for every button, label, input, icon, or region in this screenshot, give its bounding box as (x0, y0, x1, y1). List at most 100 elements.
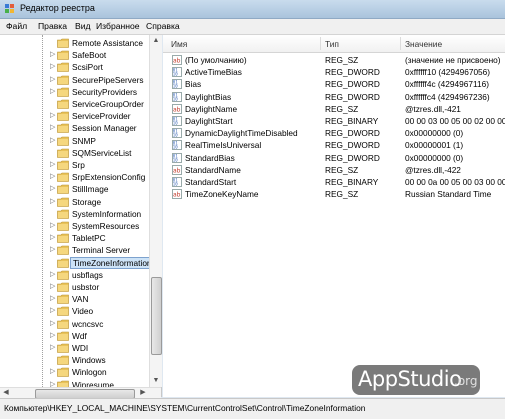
column-value-header[interactable]: Значение (405, 39, 442, 49)
value-row[interactable]: 01 10 StandardStart REG_BINARY 00 00 0a 00 0… (163, 176, 505, 188)
tree-vertical-scrollbar[interactable]: ▲ ▼ (149, 35, 162, 387)
column-type-header[interactable]: Тип (325, 39, 339, 49)
expand-arrow-icon[interactable]: ▷ (50, 320, 56, 328)
tree-vertical-scroll-thumb[interactable] (151, 277, 162, 355)
value-row[interactable]: ab DaylightName REG_SZ @tzres.dll,-421 (163, 103, 505, 115)
folder-icon (57, 343, 69, 353)
expand-arrow-icon[interactable]: ▷ (50, 332, 56, 340)
scroll-left-icon[interactable]: ◀ (2, 389, 10, 397)
status-bar: Компьютер\HKEY_LOCAL_MACHINE\SYSTEM\Curr… (0, 398, 505, 419)
expand-arrow-icon[interactable]: ▷ (50, 51, 56, 59)
tree-item[interactable]: SQMServiceList (0, 147, 150, 159)
expand-arrow-icon[interactable]: ▷ (50, 234, 56, 242)
value-row[interactable]: 01 10 ActiveTimeBias REG_DWORD 0xffffff10 (4… (163, 66, 505, 78)
tree-item[interactable]: ▷ SystemResources (0, 220, 150, 232)
value-type: REG_DWORD (325, 79, 380, 90)
folder-icon (57, 50, 69, 60)
window-title: Редактор реестра (20, 3, 95, 13)
tree-item[interactable]: ▷ VAN (0, 293, 150, 305)
svg-text:ab: ab (173, 167, 181, 174)
values-pane[interactable]: Имя Тип Значение ab (По умолчанию) REG_SZ (… (163, 35, 505, 397)
expand-arrow-icon[interactable]: ▷ (50, 198, 56, 206)
value-row[interactable]: ab TimeZoneKeyName REG_SZ Russian Standard … (163, 188, 505, 200)
expand-arrow-icon[interactable]: ▷ (50, 173, 56, 181)
menu-favorites[interactable]: Избранное (96, 21, 140, 31)
tree-item[interactable]: ▷ Session Manager (0, 122, 150, 134)
scroll-up-icon[interactable]: ▲ (152, 37, 160, 45)
tree-item[interactable]: ▷ Srp (0, 159, 150, 171)
expand-arrow-icon[interactable]: ▷ (50, 368, 56, 376)
tree-item[interactable]: SystemInformation (0, 208, 150, 220)
value-row[interactable]: ab StandardName REG_SZ @tzres.dll,-422 (163, 164, 505, 176)
scroll-right-icon[interactable]: ▶ (139, 389, 147, 397)
tree-item[interactable]: ▷ Wdf (0, 330, 150, 342)
tree-item[interactable]: ▷ wcncsvc (0, 318, 150, 330)
binary-value-icon: 0110 (172, 91, 182, 102)
column-divider[interactable] (400, 37, 401, 50)
tree-item[interactable]: ▷ StillImage (0, 183, 150, 195)
value-row[interactable]: 01 10 RealTimeIsUniversal REG_DWORD 0x000000… (163, 139, 505, 151)
expand-arrow-icon[interactable]: ▷ (50, 63, 56, 71)
expand-arrow-icon[interactable]: ▷ (50, 88, 56, 96)
expand-arrow-icon[interactable]: ▷ (50, 76, 56, 84)
tree-item[interactable]: ▷ SecurityProviders (0, 86, 150, 98)
value-row[interactable]: 01 10 Bias REG_DWORD 0xffffff4c (4294967116) (163, 78, 505, 90)
menu-file[interactable]: Файл (6, 21, 27, 31)
value-name: RealTimeIsUniversal (185, 140, 262, 151)
no-expand-spacer (50, 259, 56, 267)
tree-item[interactable]: ▷ usbstor (0, 281, 150, 293)
expand-arrow-icon[interactable]: ▷ (50, 246, 56, 254)
value-row[interactable]: 01 10 DynamicDaylightTimeDisabled REG_DWORD… (163, 127, 505, 139)
tree-item[interactable]: TimeZoneInformation (0, 256, 155, 269)
tree-item[interactable]: ▷ SafeBoot (0, 49, 150, 61)
expand-arrow-icon[interactable]: ▷ (50, 137, 56, 145)
expand-arrow-icon[interactable]: ▷ (50, 185, 56, 193)
tree-item[interactable]: Remote Assistance (0, 37, 150, 49)
folder-icon (57, 319, 69, 329)
tree-item[interactable]: ▷ Video (0, 305, 150, 317)
expand-arrow-icon[interactable]: ▷ (50, 222, 56, 230)
menu-view[interactable]: Вид (75, 21, 91, 31)
value-row[interactable]: 01 10 DaylightBias REG_DWORD 0xffffffc4 (429… (163, 91, 505, 103)
value-row[interactable]: 01 10 DaylightStart REG_BINARY 00 00 03 00 0… (163, 115, 505, 127)
tree-item[interactable]: ▷ ServiceProvider (0, 110, 150, 122)
expand-arrow-icon[interactable]: ▷ (50, 112, 56, 120)
expand-arrow-icon[interactable]: ▷ (50, 283, 56, 291)
tree-item[interactable]: ▷ SecurePipeServers (0, 74, 150, 86)
status-path: Компьютер\HKEY_LOCAL_MACHINE\SYSTEM\Curr… (4, 403, 366, 413)
expand-arrow-icon[interactable]: ▷ (50, 161, 56, 169)
tree-item[interactable]: ▷ SrpExtensionConfig (0, 171, 150, 183)
expand-arrow-icon[interactable]: ▷ (50, 124, 56, 132)
expand-arrow-icon[interactable]: ▷ (50, 295, 56, 303)
registry-tree[interactable]: Remote Assistance ▷ SafeBoot ▷ ScsiPort ▷ Secu… (0, 35, 162, 397)
menu-edit[interactable]: Правка (38, 21, 67, 31)
tree-item[interactable]: ▷ ScsiPort (0, 61, 150, 73)
tree-item[interactable]: ▷ Storage (0, 196, 150, 208)
folder-icon (57, 282, 69, 292)
tree-item[interactable]: Windows (0, 354, 150, 366)
tree-item[interactable]: ▷ WDI (0, 342, 150, 354)
expand-arrow-icon[interactable]: ▷ (50, 307, 56, 315)
folder-icon (57, 38, 69, 48)
tree-item[interactable]: ServiceGroupOrder (0, 98, 150, 110)
tree-item[interactable]: ▷ SNMP (0, 135, 150, 147)
expand-arrow-icon[interactable]: ▷ (50, 344, 56, 352)
tree-item-label: VAN (72, 294, 89, 305)
folder-icon (57, 148, 69, 158)
value-row[interactable]: 01 10 StandardBias REG_DWORD 0x00000000 (0) (163, 152, 505, 164)
appstudio-watermark: AppStudio .org (352, 365, 480, 395)
string-value-icon: ab (172, 55, 182, 65)
tree-item[interactable]: ▷ Terminal Server (0, 244, 150, 256)
value-row[interactable]: ab (По умолчанию) REG_SZ (значение не присв… (163, 54, 505, 66)
tree-item-label: SystemResources (72, 221, 140, 231)
menu-help[interactable]: Справка (146, 21, 180, 31)
tree-item[interactable]: ▷ usbflags (0, 269, 150, 281)
value-type: REG_SZ (325, 103, 359, 114)
column-divider[interactable] (320, 37, 321, 50)
value-type: REG_DWORD (325, 152, 380, 163)
tree-item[interactable]: ▷ Winlogon (0, 366, 150, 378)
tree-item[interactable]: ▷ TabletPC (0, 232, 150, 244)
column-name-header[interactable]: Имя (171, 39, 187, 49)
expand-arrow-icon[interactable]: ▷ (50, 271, 56, 279)
scroll-down-icon[interactable]: ▼ (152, 377, 160, 385)
